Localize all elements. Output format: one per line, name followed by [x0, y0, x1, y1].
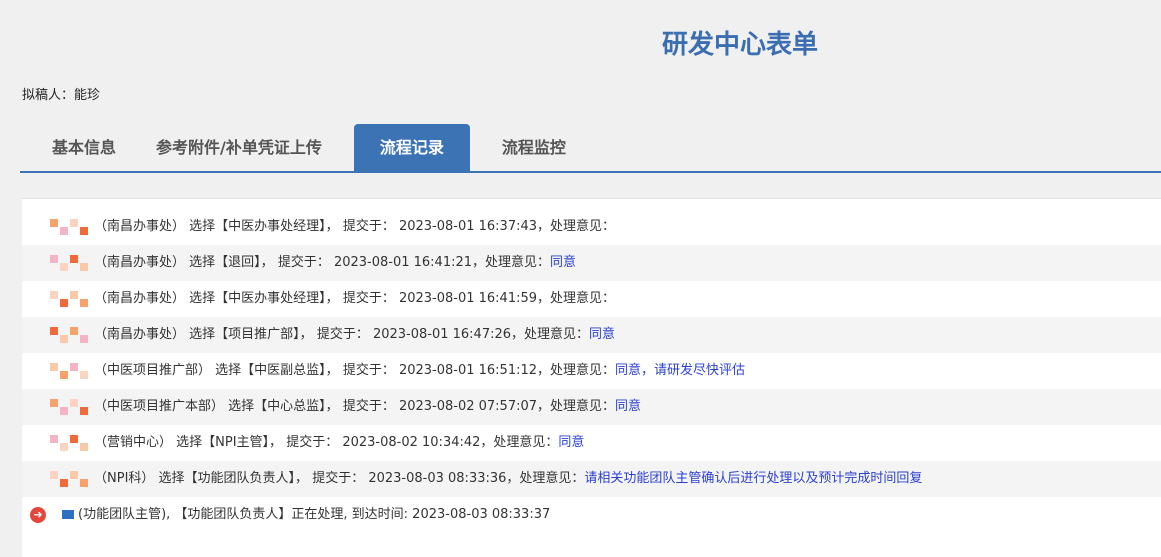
record-dept: （南昌办事处） [94, 327, 186, 342]
record-dept: （营销中心） [94, 435, 173, 450]
flow-record-row: （南昌办事处） 选择【项目推广部】， 提交于： 2023-08-01 16:47… [22, 317, 1161, 353]
flow-record-row: （南昌办事处） 选择【退回】， 提交于： 2023-08-01 16:41:21… [22, 245, 1161, 281]
tab-attachments[interactable]: 参考附件/补单凭证上传 [136, 124, 342, 171]
flow-record-row: （NPI科） 选择【功能团队负责人】， 提交于： 2023-08-03 08:3… [22, 461, 1161, 497]
redacted-name [50, 325, 94, 345]
record-opinion: 同意 [558, 435, 585, 450]
redacted-name [50, 469, 94, 489]
record-choice: 选择【中医办事处经理】， [189, 291, 339, 306]
flow-record-panel: （南昌办事处） 选择【中医办事处经理】， 提交于： 2023-08-01 16:… [22, 198, 1161, 557]
record-opinion: 同意 [615, 399, 642, 414]
record-opinion: 同意 [589, 327, 616, 342]
redacted-name [62, 510, 74, 519]
flow-record-row: （营销中心） 选择【NPI主管】， 提交于： 2023-08-02 10:34:… [22, 425, 1161, 461]
record-opinion: 同意，请研发尽快评估 [615, 363, 746, 378]
record-submit: 提交于： 2023-08-01 16:41:59，处理意见： [342, 291, 616, 306]
record-submit: 提交于： 2023-08-02 10:34:42，处理意见： [286, 435, 559, 450]
record-dept: （中医项目推广部） [94, 363, 212, 378]
record-choice: 选择【中医办事处经理】， [189, 219, 339, 234]
flow-record-row: （南昌办事处） 选择【中医办事处经理】， 提交于： 2023-08-01 16:… [22, 209, 1161, 245]
record-choice: 选择【功能团队负责人】， [158, 471, 309, 486]
drafter-info: 拟稿人：能珍 [22, 84, 100, 103]
record-submit: 提交于： 2023-08-03 08:33:36，处理意见： [312, 471, 585, 486]
record-dept: （南昌办事处） [94, 255, 186, 270]
record-dept: （中医项目推广本部） [94, 399, 225, 414]
redacted-name [50, 397, 94, 417]
record-submit: 提交于： 2023-08-01 16:51:12，处理意见： [342, 363, 616, 378]
record-submit: 提交于： 2023-08-01 16:41:21，处理意见： [277, 255, 551, 270]
record-choice: 选择【退回】， [189, 255, 274, 270]
record-dept: （南昌办事处） [94, 291, 186, 306]
flow-record-row: （中医项目推广部） 选择【中医副总监】， 提交于： 2023-08-01 16:… [22, 353, 1161, 389]
tab-basic-info[interactable]: 基本信息 [32, 124, 136, 171]
record-submit: 提交于： 2023-08-01 16:47:26，处理意见： [316, 327, 590, 342]
record-choice: 选择【中心总监】， [228, 399, 339, 414]
record-opinion: 同意 [550, 255, 577, 270]
drafter-label: 拟稿人： [22, 88, 75, 103]
flow-record-row: （南昌办事处） 选择【中医办事处经理】， 提交于： 2023-08-01 16:… [22, 281, 1161, 317]
redacted-name [50, 289, 94, 309]
record-choice: 选择【NPI主管】， [176, 435, 283, 450]
record-dept: （NPI科） [94, 471, 155, 486]
record-submit: 提交于： 2023-08-02 07:57:07，处理意见： [342, 399, 616, 414]
record-choice: 选择【项目推广部】， [189, 327, 313, 342]
drafter-name: 能珍 [74, 88, 101, 103]
record-dept: （南昌办事处） [94, 219, 186, 234]
arrow-right-icon: ➜ [30, 506, 46, 523]
record-submit: 提交于： 2023-08-01 16:37:43，处理意见： [342, 219, 616, 234]
page-title: 研发中心表单 [661, 30, 818, 60]
redacted-name [50, 361, 94, 381]
record-choice: 选择【中医副总监】， [215, 363, 339, 378]
current-step-text: (功能团队主管), 【功能团队负责人】正在处理, 到达时间: 2023-08-0… [78, 507, 551, 522]
tab-flow-records[interactable]: 流程记录 [353, 124, 470, 171]
redacted-name [50, 433, 94, 453]
current-step-row: ➜ (功能团队主管), 【功能团队负责人】正在处理, 到达时间: 2023-08-… [22, 497, 1161, 533]
redacted-name [50, 217, 94, 237]
tab-flow-monitor[interactable]: 流程监控 [482, 124, 586, 171]
redacted-name [50, 253, 94, 273]
record-opinion: 请相关功能团队主管确认后进行处理以及预计完成时间回复 [584, 471, 923, 486]
tab-bar: 基本信息 参考附件/补单凭证上传 流程记录 流程监控 [20, 124, 1161, 173]
flow-record-row: （中医项目推广本部） 选择【中心总监】， 提交于： 2023-08-02 07:… [22, 389, 1161, 425]
